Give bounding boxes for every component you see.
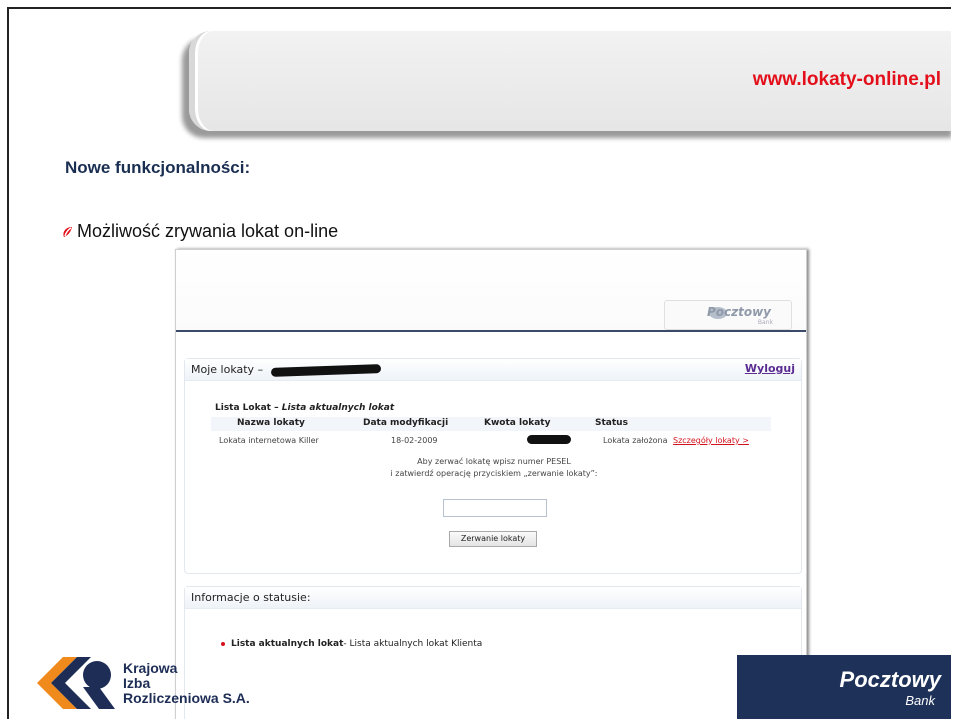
column-header: Status	[595, 418, 628, 428]
pb-name: Pocztowy	[839, 667, 941, 692]
logout-link[interactable]: Wyloguj	[745, 362, 795, 375]
slide-heading: Nowe funkcjonalności:	[65, 158, 251, 177]
hint-line-1: Aby zerwać lokatę wpisz numer PESEL	[417, 457, 571, 466]
table-header: Nazwa lokaty Data modyfikacji Kwota loka…	[211, 417, 771, 431]
column-header: Nazwa lokaty	[237, 418, 305, 428]
table-row: Lokata internetowa Killer 18-02-2009 Lok…	[211, 435, 791, 449]
embedded-screenshot: Pocztowy Bank Moje lokaty – Wyloguj List…	[175, 249, 807, 719]
header-banner: www.lokaty-online.pl	[189, 31, 951, 131]
status-info-panel: Informacje o statusie: Lista aktualnych …	[184, 586, 802, 719]
bullet-text: Możliwość zrywania lokat on-line	[77, 221, 339, 241]
redacted-name	[270, 363, 381, 377]
list-item: Lista aktualnych lokat - Lista aktualnyc…	[221, 639, 482, 649]
column-header: Data modyfikacji	[363, 418, 449, 428]
pesel-input[interactable]	[443, 499, 547, 517]
kir-name: Krajowa Izba Rozliczeniowa S.A.	[123, 660, 250, 706]
status-info-header: Informacje o statusie:	[185, 587, 801, 609]
hint-line-2: i zatwierdź operację przyciskiem „zerwan…	[390, 469, 598, 478]
list-title: Lista Lokat – Lista aktualnych lokat	[215, 403, 395, 413]
pb-sub: Bank	[905, 693, 935, 708]
deposits-panel-header: Moje lokaty – Wyloguj	[185, 359, 801, 381]
slide: www.lokaty-online.pl Nowe funkcjonalnośc…	[7, 7, 951, 719]
deposit-date: 18-02-2009	[391, 436, 438, 445]
deposits-title: Moje lokaty –	[191, 363, 264, 376]
kir-logo-icon	[37, 657, 115, 709]
bullet-item: Możliwość zrywania lokat on-line	[61, 221, 338, 242]
terminate-deposit-button[interactable]: Zerwanie lokaty	[449, 531, 537, 547]
bullet-dot-icon	[221, 642, 225, 646]
status-info-title: Informacje o statusie:	[191, 591, 311, 604]
bullet-icon	[63, 226, 72, 237]
deposit-status: Lokata założona	[603, 436, 668, 445]
redacted-amount	[527, 435, 571, 444]
pocztowy-bank-branding: Pocztowy Bank	[737, 655, 951, 719]
column-header: Kwota lokaty	[484, 418, 551, 428]
details-link[interactable]: Szczegóły lokaty >	[673, 436, 749, 445]
deposit-name: Lokata internetowa Killer	[219, 436, 319, 445]
deposits-panel: Moje lokaty – Wyloguj Lista Lokat – List…	[184, 358, 802, 574]
website-url[interactable]: www.lokaty-online.pl	[753, 69, 941, 91]
pocztowy-logo: Pocztowy Bank	[664, 300, 792, 330]
screenshot-header: Pocztowy Bank	[176, 250, 806, 332]
